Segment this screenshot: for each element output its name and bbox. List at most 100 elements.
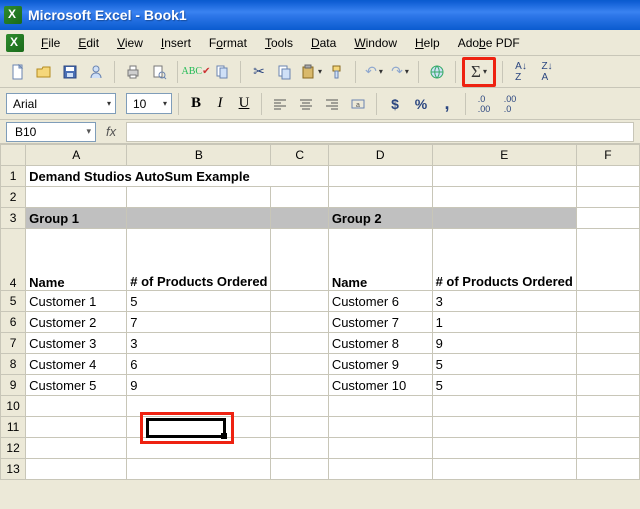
col-header-F[interactable]: F: [576, 145, 639, 166]
cell-E9[interactable]: 5: [432, 375, 576, 396]
percent-button[interactable]: %: [409, 92, 433, 116]
row-header-3[interactable]: 3: [1, 208, 26, 229]
redo-icon[interactable]: ↷▾: [388, 60, 412, 84]
sort-desc-icon[interactable]: Z↓A: [535, 60, 559, 84]
font-selector[interactable]: Arial ▾: [6, 93, 116, 114]
currency-button[interactable]: $: [383, 92, 407, 116]
print-icon[interactable]: [121, 60, 145, 84]
cell-B8[interactable]: 6: [127, 354, 271, 375]
row-header-11[interactable]: 11: [1, 417, 26, 438]
menu-view[interactable]: View: [108, 32, 152, 54]
print-preview-icon[interactable]: [147, 60, 171, 84]
align-center-icon[interactable]: [294, 92, 318, 116]
research-icon[interactable]: [210, 60, 234, 84]
col-header-D[interactable]: D: [328, 145, 432, 166]
cell-F3[interactable]: [576, 208, 639, 229]
menu-window[interactable]: Window: [345, 32, 406, 54]
cell-B3[interactable]: [127, 208, 271, 229]
cell-B4[interactable]: # of Products Ordered: [127, 229, 271, 291]
cell-B7[interactable]: 3: [127, 333, 271, 354]
increase-decimal-icon[interactable]: .0.00: [472, 92, 496, 116]
menu-adobe-pdf[interactable]: Adobe PDF: [449, 32, 529, 54]
cell-E7[interactable]: 9: [432, 333, 576, 354]
cut-icon[interactable]: ✂: [247, 60, 271, 84]
row-header-8[interactable]: 8: [1, 354, 26, 375]
formula-input[interactable]: [126, 122, 634, 142]
hyperlink-icon[interactable]: [425, 60, 449, 84]
cell-B6[interactable]: 7: [127, 312, 271, 333]
cell-B10[interactable]: [127, 396, 271, 417]
cell-D8[interactable]: Customer 9: [328, 354, 432, 375]
row-header-4[interactable]: 4: [1, 229, 26, 291]
cell-B5[interactable]: 5: [127, 291, 271, 312]
cell-F1[interactable]: [576, 166, 639, 187]
cell-E1[interactable]: [432, 166, 576, 187]
cell-D7[interactable]: Customer 8: [328, 333, 432, 354]
cell-E8[interactable]: 5: [432, 354, 576, 375]
cell-E4[interactable]: # of Products Ordered: [432, 229, 576, 291]
cell-F4[interactable]: [576, 229, 639, 291]
underline-button[interactable]: U: [233, 93, 255, 115]
cell-D9[interactable]: Customer 10: [328, 375, 432, 396]
menu-format[interactable]: Format: [200, 32, 256, 54]
autosum-button[interactable]: Σ▾: [467, 60, 491, 84]
row-header-6[interactable]: 6: [1, 312, 26, 333]
align-left-icon[interactable]: [268, 92, 292, 116]
cell-D1[interactable]: [328, 166, 432, 187]
cell-D6[interactable]: Customer 7: [328, 312, 432, 333]
merge-center-icon[interactable]: a: [346, 92, 370, 116]
permission-icon[interactable]: [84, 60, 108, 84]
cell-A5[interactable]: Customer 1: [26, 291, 127, 312]
menu-data[interactable]: Data: [302, 32, 345, 54]
row-header-2[interactable]: 2: [1, 187, 26, 208]
cell-E6[interactable]: 1: [432, 312, 576, 333]
menu-tools[interactable]: Tools: [256, 32, 302, 54]
col-header-A[interactable]: A: [26, 145, 127, 166]
cell-D3[interactable]: Group 2: [328, 208, 432, 229]
cell-C3[interactable]: [271, 208, 328, 229]
copy-icon[interactable]: [273, 60, 297, 84]
menu-help[interactable]: Help: [406, 32, 449, 54]
row-header-1[interactable]: 1: [1, 166, 26, 187]
save-icon[interactable]: [58, 60, 82, 84]
cell-D4[interactable]: Name: [328, 229, 432, 291]
cell-B9[interactable]: 9: [127, 375, 271, 396]
decrease-decimal-icon[interactable]: .00.0: [498, 92, 522, 116]
font-size-selector[interactable]: 10 ▾: [126, 93, 172, 114]
cell-A6[interactable]: Customer 2: [26, 312, 127, 333]
fx-label[interactable]: fx: [102, 124, 120, 139]
cell-A7[interactable]: Customer 3: [26, 333, 127, 354]
col-header-C[interactable]: C: [271, 145, 328, 166]
bold-button[interactable]: B: [185, 93, 207, 115]
cell-A4[interactable]: Name: [26, 229, 127, 291]
row-header-10[interactable]: 10: [1, 396, 26, 417]
menu-edit[interactable]: Edit: [69, 32, 108, 54]
cell-A9[interactable]: Customer 5: [26, 375, 127, 396]
cell-E5[interactable]: 3: [432, 291, 576, 312]
row-header-7[interactable]: 7: [1, 333, 26, 354]
col-header-B[interactable]: B: [127, 145, 271, 166]
cell-C4[interactable]: [271, 229, 328, 291]
italic-button[interactable]: I: [209, 93, 231, 115]
col-header-E[interactable]: E: [432, 145, 576, 166]
cell-E3[interactable]: [432, 208, 576, 229]
new-icon[interactable]: [6, 60, 30, 84]
row-header-13[interactable]: 13: [1, 459, 26, 480]
sort-asc-icon[interactable]: A↓Z: [509, 60, 533, 84]
comma-button[interactable]: ,: [435, 92, 459, 116]
cell-A8[interactable]: Customer 4: [26, 354, 127, 375]
cell-A3[interactable]: Group 1: [26, 208, 127, 229]
row-header-5[interactable]: 5: [1, 291, 26, 312]
spelling-icon[interactable]: ABC✔: [184, 60, 208, 84]
spreadsheet-grid[interactable]: A B C D E F 1 Demand Studios AutoSum Exa…: [0, 144, 640, 480]
cell-A1[interactable]: Demand Studios AutoSum Example: [26, 166, 329, 187]
menu-file[interactable]: File: [32, 32, 69, 54]
cell-A10[interactable]: [26, 396, 127, 417]
select-all-corner[interactable]: [1, 145, 26, 166]
menu-insert[interactable]: Insert: [152, 32, 200, 54]
row-header-12[interactable]: 12: [1, 438, 26, 459]
workbook-icon[interactable]: [6, 34, 24, 52]
paste-icon[interactable]: ▾: [299, 60, 323, 84]
open-icon[interactable]: [32, 60, 56, 84]
align-right-icon[interactable]: [320, 92, 344, 116]
